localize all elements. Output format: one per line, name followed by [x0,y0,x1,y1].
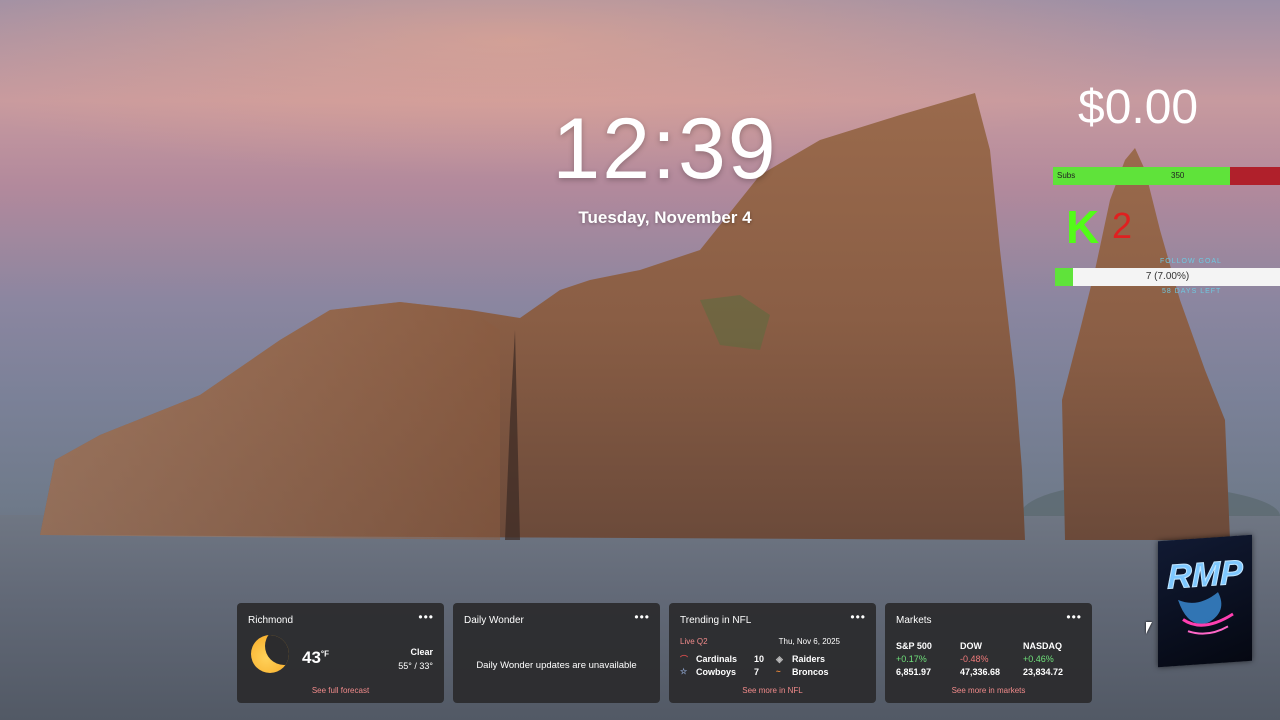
markets-widget[interactable]: Markets ••• S&P 500 +0.17% 6,851.97 DOW … [885,603,1092,703]
market-name: S&P 500 [896,641,932,651]
weather-condition-text: Clear [410,647,433,657]
nfl-title: Trending in NFL [680,615,752,626]
nfl-more-button[interactable]: ••• [850,610,866,624]
mouse-cursor-icon [1146,622,1152,634]
market-item-nasdaq[interactable]: NASDAQ +0.46% 23,834.72 [1023,640,1063,679]
follow-goal-label: FOLLOW GOAL [1160,258,1222,265]
moon-icon [251,635,289,673]
channel-logo: RMP [1158,534,1252,668]
daily-wonder-title: Daily Wonder [464,615,524,626]
daily-wonder-message: Daily Wonder updates are unavailable [476,660,637,671]
cowboys-logo-icon: ☆ [680,667,688,676]
weather-temperature: 43°F [302,648,330,667]
market-item-dow[interactable]: DOW -0.48% 47,336.68 [960,640,1000,679]
follow-goal-sublabel: 58 DAYS LEFT [1162,288,1222,295]
kick-count: 2 [1112,205,1133,246]
subs-count: 350 [1171,171,1185,180]
donation-amount: $0.00 [1078,81,1199,134]
nfl-team2: Raiders [792,654,826,664]
market-value: 47,336.68 [960,667,1001,677]
markets-see-more-link[interactable]: See more in markets [885,686,1092,695]
weather-more-button[interactable]: ••• [418,610,434,624]
weather-condition: Clear 55° / 33° [398,645,433,673]
markets-more-button[interactable]: ••• [1066,610,1082,624]
market-name: NASDAQ [1023,641,1063,651]
nfl-score1: 7 [754,667,760,677]
nfl-game-date: Thu, Nov 6, 2025 [778,637,840,646]
subs-goal-bar: Subs 350 [1053,167,1280,185]
follow-goal-text: 7 (7.00%) [1145,271,1190,282]
market-value: 6,851.97 [896,667,932,677]
weather-range: 55° / 33° [398,661,433,671]
lockscreen-clock: 12:39 [552,101,778,197]
nfl-live-status: Live Q2 [680,637,708,646]
nfl-score1: 10 [754,654,765,664]
weather-widget[interactable]: Richmond ••• 43°F Clear 55° / 33° See fu… [237,603,444,703]
daily-wonder-widget[interactable]: Daily Wonder ••• Daily Wonder updates ar… [453,603,660,703]
market-change: -0.48% [960,654,989,664]
nfl-team1: Cardinals [696,654,738,664]
follow-goal-bar: 7 (7.00%) [1055,268,1280,286]
svg-text:RMP: RMP [1167,553,1243,596]
market-change: +0.17% [896,654,927,664]
nfl-see-more-link[interactable]: See more in NFL [669,686,876,695]
nfl-team2: Broncos [792,667,829,677]
market-item-sp500[interactable]: S&P 500 +0.17% 6,851.97 [896,640,932,679]
markets-title: Markets [896,615,932,626]
daily-wonder-more-button[interactable]: ••• [634,610,650,624]
kick-logo: K [1066,201,1100,253]
channel-logo-art: RMP [1167,553,1244,635]
nfl-widget[interactable]: Trending in NFL ••• Live Q2 Thu, Nov 6, … [669,603,876,703]
nfl-team1: Cowboys [696,667,737,677]
subs-goal-fill [1053,167,1231,185]
weather-location: Richmond [248,615,294,626]
broncos-logo-icon: ~ [776,667,781,676]
market-name: DOW [960,641,982,651]
weather-forecast-link[interactable]: See full forecast [237,686,444,695]
subs-label: Subs [1057,171,1076,180]
raiders-logo-icon: ◈ [776,654,783,664]
lockscreen-date: Tuesday, November 4 [578,208,752,227]
market-change: +0.46% [1023,654,1054,664]
market-value: 23,834.72 [1023,667,1064,677]
cardinals-logo-icon: ⌒ [680,655,688,664]
